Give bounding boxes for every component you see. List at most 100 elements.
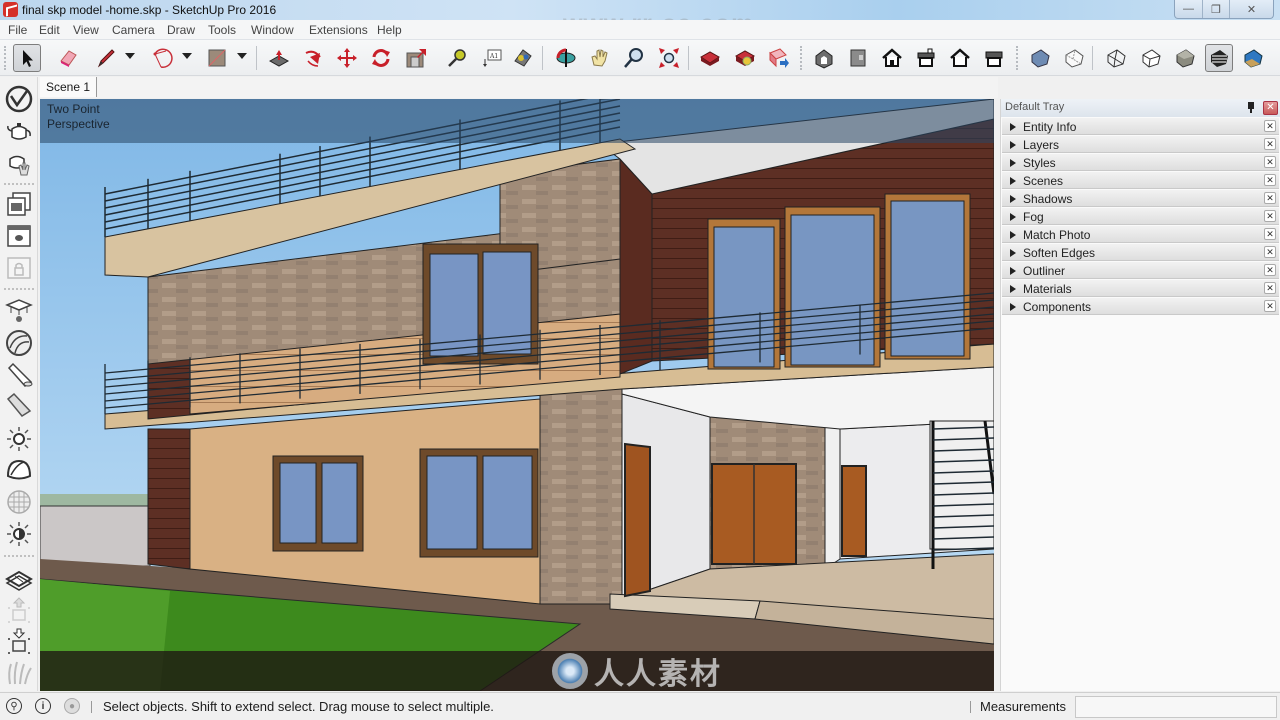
top-view-button[interactable] (844, 44, 872, 72)
menu-extensions[interactable]: Extensions (309, 23, 368, 37)
monochrome-style-button[interactable] (1239, 44, 1267, 72)
pan-tool-button[interactable] (586, 44, 614, 72)
panel-close-icon[interactable]: ✕ (1264, 156, 1276, 168)
text-tool-button[interactable]: A1 (478, 44, 506, 72)
panel-close-icon[interactable]: ✕ (1264, 300, 1276, 312)
tape-measure-tool-button[interactable] (443, 44, 471, 72)
toolbar-grip[interactable] (800, 46, 802, 70)
share-model-button[interactable] (765, 44, 793, 72)
3d-warehouse-button[interactable] (696, 44, 724, 72)
menu-camera[interactable]: Camera (112, 23, 155, 37)
tray-panel-outliner[interactable]: Outliner ✕ (1002, 262, 1279, 279)
hidden-line-style-button[interactable] (1137, 44, 1165, 72)
panel-close-icon[interactable]: ✕ (1264, 246, 1276, 258)
right-view-button[interactable] (912, 44, 940, 72)
sphere-button[interactable] (4, 328, 34, 358)
left-view-button[interactable] (980, 44, 1008, 72)
panel-close-icon[interactable]: ✕ (1264, 264, 1276, 276)
expand-arrow-icon[interactable] (1010, 177, 1016, 185)
minimize-button[interactable]: — (1175, 0, 1202, 18)
zoom-tool-button[interactable] (620, 44, 648, 72)
offset-tool-button[interactable] (402, 44, 430, 72)
shaded-style-button[interactable] (1171, 44, 1199, 72)
move-tool-button[interactable] (333, 44, 361, 72)
arc-dropdown-arrow[interactable] (182, 53, 192, 59)
panel-close-icon[interactable]: ✕ (1264, 228, 1276, 240)
panel-close-icon[interactable]: ✕ (1264, 192, 1276, 204)
expand-arrow-icon[interactable] (1010, 141, 1016, 149)
scene-tab-scene-1[interactable]: Scene 1 (40, 77, 98, 97)
panel-close-icon[interactable]: ✕ (1264, 174, 1276, 186)
select-tool-button[interactable] (13, 44, 41, 72)
tray-close-button[interactable]: ✕ (1263, 101, 1278, 115)
xray-style-button[interactable] (1026, 44, 1054, 72)
arc-tool-button[interactable] (148, 44, 176, 72)
line-tool-button[interactable] (92, 44, 120, 72)
measurements-input[interactable] (1075, 696, 1277, 718)
expand-arrow-icon[interactable] (1010, 123, 1016, 131)
restore-button[interactable]: ❐ (1202, 0, 1229, 18)
menu-draw[interactable]: Draw (167, 23, 195, 37)
menu-edit[interactable]: Edit (39, 23, 60, 37)
close-button[interactable]: ✕ (1229, 0, 1273, 18)
paint-bucket-tool-button[interactable] (509, 44, 537, 72)
orbit-tool-button[interactable] (552, 44, 580, 72)
lock-window-button[interactable] (4, 253, 34, 283)
download-box-button[interactable] (4, 626, 34, 656)
follow-me-tool-button[interactable] (299, 44, 327, 72)
credits-info-icon[interactable]: i (35, 698, 51, 714)
tray-panel-components[interactable]: Components ✕ (1002, 298, 1279, 315)
toolbar-grip[interactable] (4, 46, 6, 70)
menu-file[interactable]: File (8, 23, 27, 37)
pin-icon[interactable] (1247, 102, 1255, 114)
tray-panel-styles[interactable]: Styles ✕ (1002, 154, 1279, 171)
graduation-cap-button[interactable] (4, 294, 34, 324)
push-pull-tool-button[interactable] (265, 44, 293, 72)
toolbar-grip[interactable] (1016, 46, 1018, 70)
expand-arrow-icon[interactable] (1010, 267, 1016, 275)
eraser-tool-button[interactable] (54, 44, 82, 72)
back-view-button[interactable] (946, 44, 974, 72)
user-account-icon[interactable]: ● (64, 698, 80, 714)
sandbox-button[interactable] (4, 564, 34, 594)
rotate-tool-button[interactable] (367, 44, 395, 72)
teapot-button[interactable] (4, 116, 34, 146)
model-viewport[interactable]: Two Point Perspective 人人素材 (40, 99, 994, 691)
spotlight-button[interactable] (4, 360, 34, 390)
panel-close-icon[interactable]: ✕ (1264, 210, 1276, 222)
zoom-extents-tool-button[interactable] (655, 44, 683, 72)
expand-arrow-icon[interactable] (1010, 285, 1016, 293)
tray-panel-shadows[interactable]: Shadows ✕ (1002, 190, 1279, 207)
dome-button[interactable] (4, 455, 34, 485)
teapot-hand-button[interactable] (4, 148, 34, 178)
menu-help[interactable]: Help (377, 23, 402, 37)
tray-panel-soften-edges[interactable]: Soften Edges ✕ (1002, 244, 1279, 261)
tray-panel-layers[interactable]: Layers ✕ (1002, 136, 1279, 153)
sketchup-logo-button[interactable] (4, 84, 34, 114)
tray-panel-materials[interactable]: Materials ✕ (1002, 280, 1279, 297)
expand-arrow-icon[interactable] (1010, 159, 1016, 167)
tray-panel-scenes[interactable]: Scenes ✕ (1002, 172, 1279, 189)
layers-stack-button[interactable] (4, 189, 34, 219)
grass-button[interactable] (4, 657, 34, 687)
expand-arrow-icon[interactable] (1010, 195, 1016, 203)
rectangle-tool-button[interactable] (203, 44, 231, 72)
wireframe-style-button[interactable] (1102, 44, 1130, 72)
menu-view[interactable]: View (73, 23, 99, 37)
tray-panel-match-photo[interactable]: Match Photo ✕ (1002, 226, 1279, 243)
panel-close-icon[interactable]: ✕ (1264, 138, 1276, 150)
expand-arrow-icon[interactable] (1010, 303, 1016, 311)
expand-arrow-icon[interactable] (1010, 213, 1016, 221)
half-sun-button[interactable] (4, 519, 34, 549)
panel-close-icon[interactable]: ✕ (1264, 282, 1276, 294)
front-view-button[interactable] (878, 44, 906, 72)
upload-box-button[interactable] (4, 595, 34, 625)
globe-grid-button[interactable] (4, 487, 34, 517)
tray-panel-fog[interactable]: Fog ✕ (1002, 208, 1279, 225)
menu-tools[interactable]: Tools (208, 23, 236, 37)
panel-close-icon[interactable]: ✕ (1264, 120, 1276, 132)
paint-cone-button[interactable] (4, 390, 34, 420)
expand-arrow-icon[interactable] (1010, 249, 1016, 257)
window-teapot-button[interactable] (4, 221, 34, 251)
iso-view-button[interactable] (810, 44, 838, 72)
